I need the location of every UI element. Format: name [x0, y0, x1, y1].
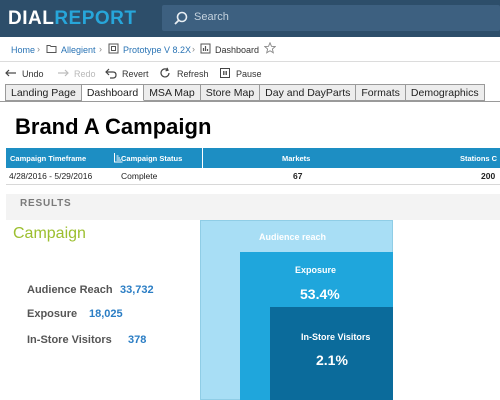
funnel-instore-visitors-title: In-Store Visitors	[301, 332, 371, 342]
tab-msa-map[interactable]: MSA Map	[144, 84, 201, 101]
breadcrumb-folder[interactable]: Allegient	[61, 45, 96, 55]
column-header-status[interactable]: Campaign Status	[121, 154, 182, 163]
logo-text: DIAL	[8, 8, 55, 29]
table-header: Campaign Timeframe Campaign Status Marke…	[6, 148, 500, 168]
search-box[interactable]: Search	[162, 5, 500, 31]
logo-accent-text: REPORT	[54, 8, 137, 29]
redo-button[interactable]: Redo	[74, 69, 96, 79]
app-logo[interactable]: DIALREPORT	[8, 8, 137, 30]
funnel-exposure-title: Exposure	[295, 265, 337, 275]
undo-icon[interactable]	[5, 67, 17, 79]
tab-formats[interactable]: Formats	[356, 84, 406, 101]
breadcrumb: Home › Allegient › Prototype V 8.2X › Da…	[0, 37, 500, 62]
chevron-right-icon: ›	[99, 44, 102, 54]
cell-status: Complete	[121, 171, 158, 181]
metric-value-audience-reach: 33,732	[120, 284, 154, 296]
dashboard-icon	[200, 43, 211, 54]
funnel-exposure-percent: 53.4%	[300, 286, 340, 302]
pause-button[interactable]: Pause	[236, 69, 262, 79]
metric-label-audience-reach: Audience Reach	[27, 284, 113, 296]
refresh-icon[interactable]	[159, 67, 171, 79]
table-row: 4/28/2016 - 5/29/2016 Complete 67 200	[6, 168, 500, 185]
tab-landing-page[interactable]: Landing Page	[5, 84, 82, 101]
revert-button[interactable]: Revert	[122, 69, 149, 79]
star-icon[interactable]	[264, 42, 276, 54]
folder-icon	[46, 45, 57, 53]
results-band	[6, 194, 500, 220]
funnel-instore-visitors[interactable]: In-Store Visitors 2.1%	[270, 307, 393, 400]
campaign-section-title: Campaign	[13, 225, 86, 242]
cell-timeframe: 4/28/2016 - 5/29/2016	[9, 171, 93, 181]
metric-label-exposure: Exposure	[27, 308, 78, 320]
results-heading: RESULTS	[20, 198, 72, 209]
breadcrumb-home[interactable]: Home	[11, 45, 35, 55]
column-header-stations[interactable]: Stations C	[460, 154, 497, 163]
tab-store-map[interactable]: Store Map	[200, 84, 261, 101]
revert-icon[interactable]	[105, 67, 117, 79]
metric-value-exposure: 18,025	[89, 308, 123, 320]
breadcrumb-project[interactable]: Prototype V 8.2X	[123, 45, 191, 55]
undo-button[interactable]: Undo	[22, 69, 44, 79]
top-bar: DIALREPORT Search	[0, 0, 500, 37]
project-icon	[108, 43, 119, 54]
chevron-right-icon: ›	[192, 44, 195, 54]
pause-icon[interactable]	[219, 67, 231, 79]
breadcrumb-current: Dashboard	[215, 45, 260, 55]
funnel-audience-reach-title: Audience reach	[259, 232, 327, 242]
tab-demographics[interactable]: Demographics	[405, 84, 485, 101]
tab-day-and-dayparts[interactable]: Day and DayParts	[260, 84, 357, 101]
metric-value-instore-visitors: 378	[128, 334, 147, 346]
column-header-timeframe[interactable]: Campaign Timeframe	[10, 154, 86, 163]
cell-markets: 67	[293, 171, 303, 181]
search-icon	[174, 11, 188, 25]
chevron-right-icon: ›	[37, 44, 40, 54]
cell-stations: 200	[481, 171, 496, 181]
page-title: Brand A Campaign	[15, 114, 212, 139]
column-divider	[202, 148, 203, 168]
search-input[interactable]: Search	[194, 11, 229, 23]
metric-label-instore-visitors: In-Store Visitors	[27, 334, 112, 346]
redo-icon[interactable]	[57, 67, 69, 79]
tab-dashboard[interactable]: Dashboard	[81, 84, 145, 101]
refresh-button[interactable]: Refresh	[177, 69, 209, 79]
tab-bar: Landing Page Dashboard MSA Map Store Map…	[5, 84, 485, 102]
column-header-markets[interactable]: Markets	[282, 154, 310, 163]
toolbar: Undo Redo Revert Refresh Pause	[0, 62, 500, 84]
funnel-instore-visitors-percent: 2.1%	[316, 352, 348, 368]
